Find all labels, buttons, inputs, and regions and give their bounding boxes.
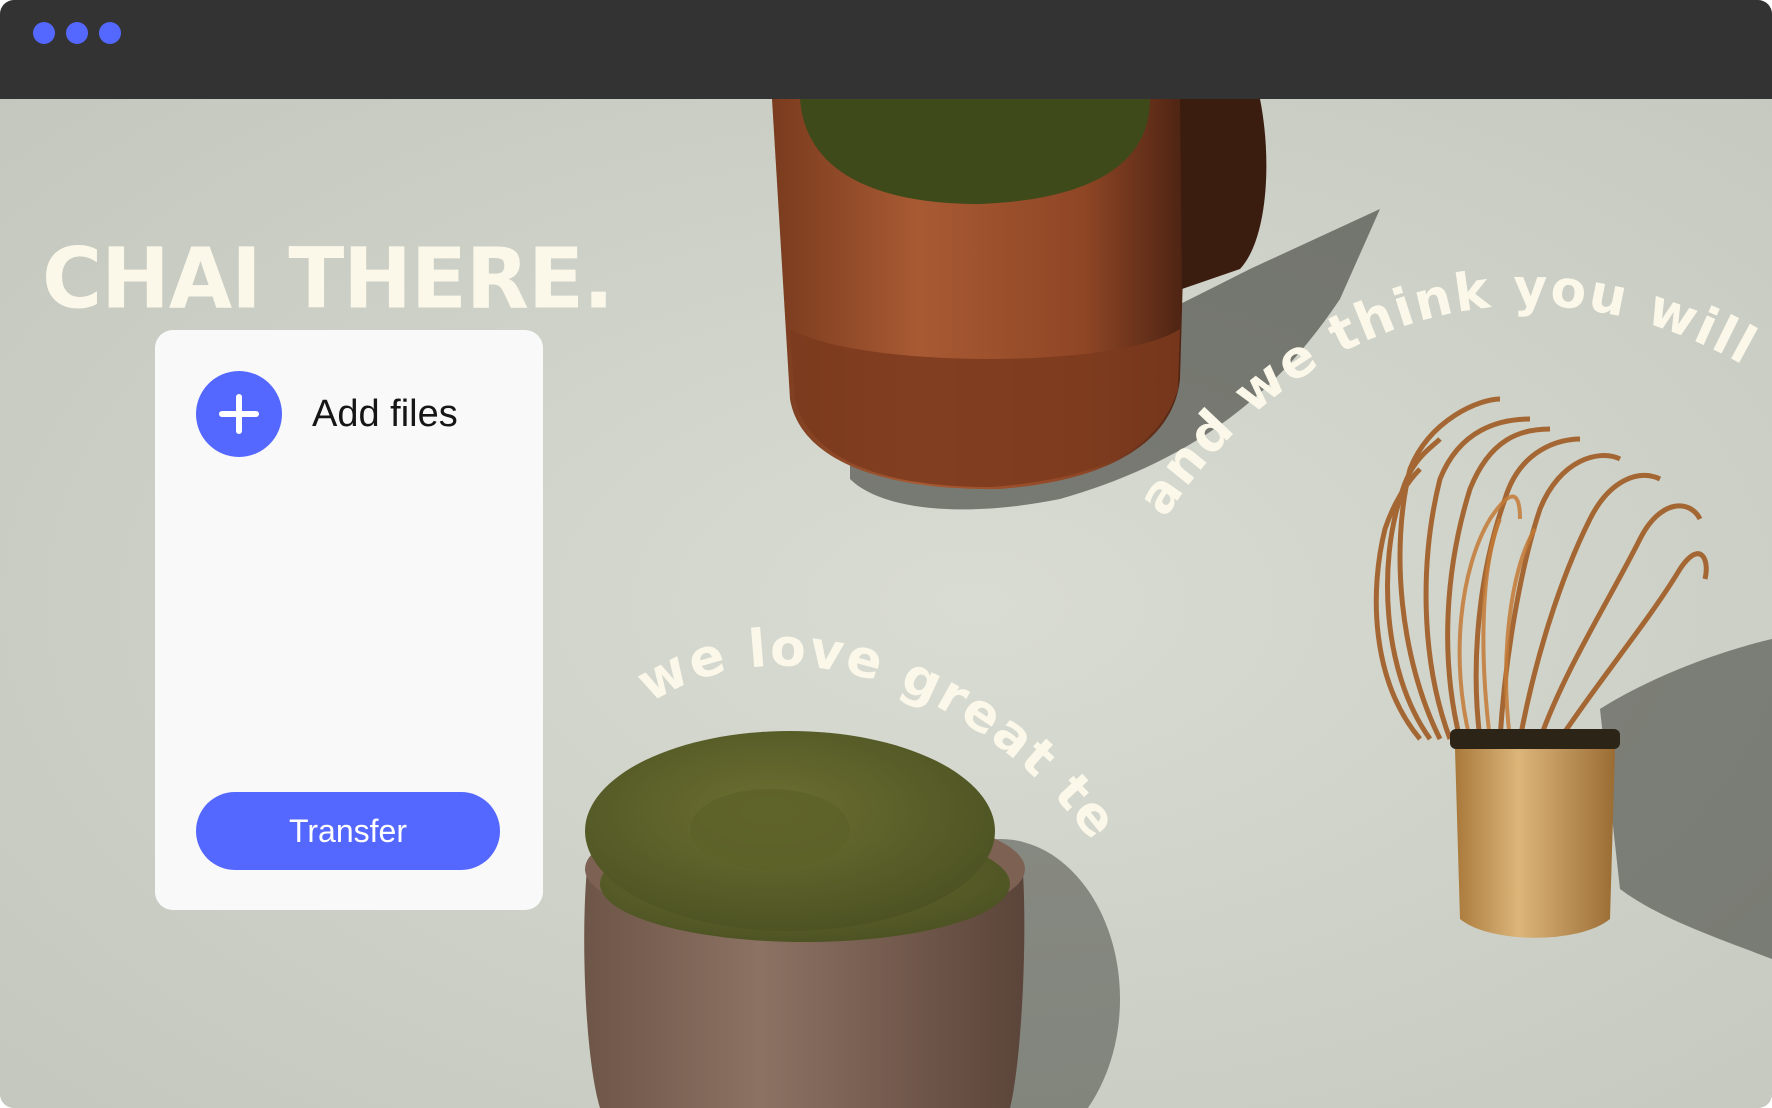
window-control-dot[interactable] — [66, 22, 88, 44]
window-control-dot[interactable] — [99, 22, 121, 44]
window-control-dot[interactable] — [33, 22, 55, 44]
window-titlebar — [0, 0, 1772, 99]
upload-panel: Add files Transfer — [155, 330, 543, 910]
transfer-button[interactable]: Transfer — [196, 792, 500, 870]
add-files-label: Add files — [312, 392, 458, 435]
plus-icon[interactable] — [196, 371, 282, 457]
browser-window: CHAI THERE. we love great tea and we thi… — [0, 0, 1772, 1108]
add-files-button[interactable]: Add files — [196, 371, 458, 457]
